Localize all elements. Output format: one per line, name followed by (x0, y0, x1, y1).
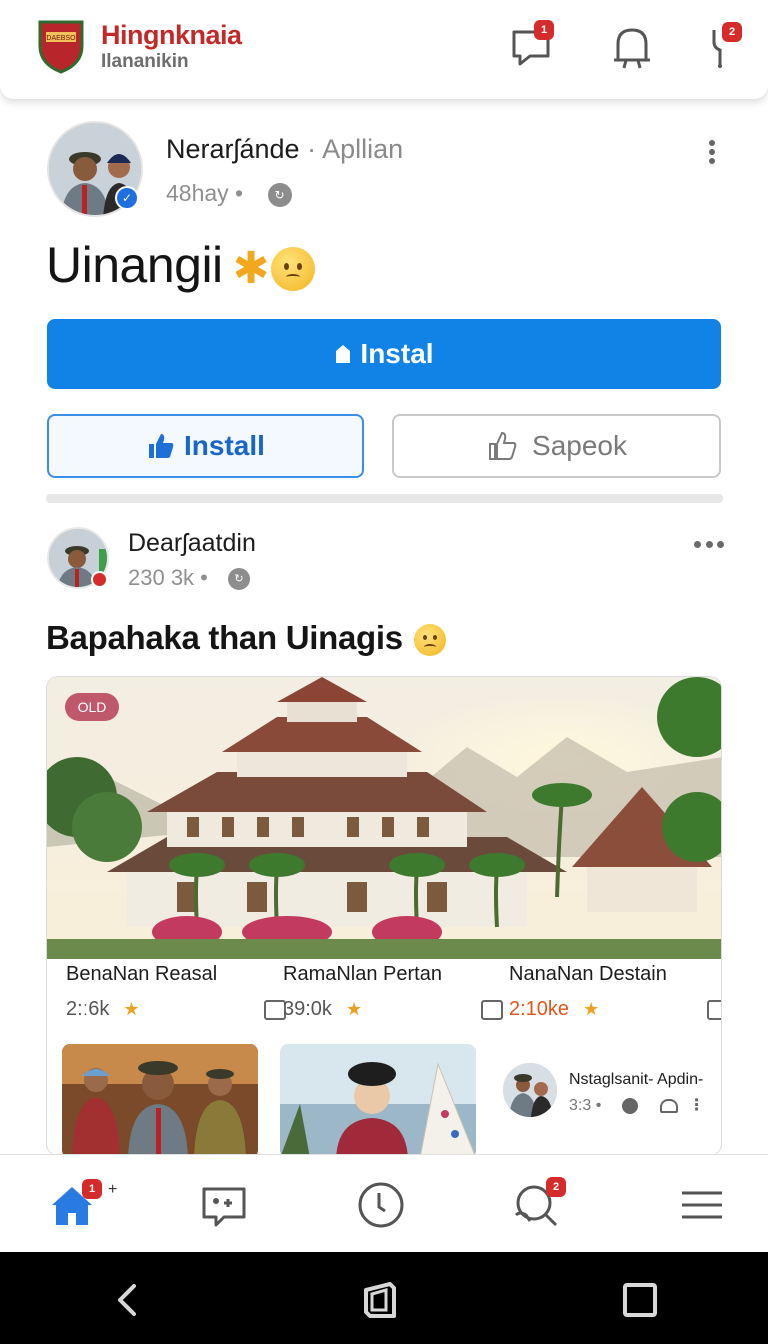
shield-logo-icon[interactable]: DAEBSO (38, 18, 84, 74)
person-photo-thumbnail[interactable] (280, 1044, 476, 1155)
home-system-icon (364, 1282, 396, 1318)
location-meta: 39:0k ★ (283, 998, 503, 1021)
recents-button[interactable] (620, 1280, 660, 1320)
share-button[interactable]: Sapeok (392, 414, 721, 478)
more-icon[interactable]: ⋮ (689, 1095, 705, 1115)
post-title: Uinangii ✱ (46, 236, 316, 294)
nav-history[interactable] (355, 1179, 407, 1231)
location-name: RamaNlan Pertan (283, 963, 442, 985)
system-navigation-bar (0, 1252, 768, 1344)
calendar-icon[interactable] (707, 999, 721, 1020)
post2-title: Bapahaka than Uinagis (46, 619, 446, 657)
temple-photo[interactable] (47, 677, 722, 959)
group-photo-thumbnail[interactable] (62, 1044, 258, 1155)
location-item[interactable]: BenaNan Reasal 2:ː6k ★ (66, 963, 286, 1033)
location-value: 2:10ke (509, 998, 570, 1020)
more-options-icon[interactable] (704, 140, 720, 168)
recents-icon (623, 1283, 657, 1317)
thumbs-up-icon (149, 434, 174, 458)
emoji-icon (413, 624, 446, 657)
suggested-user-meta: 3:3 • ⋮ (569, 1095, 705, 1115)
people-icon[interactable] (660, 1098, 679, 1113)
app-header: DAEBSO Hingnknaia Ilananikin 1 2 (0, 0, 768, 100)
clock-icon (358, 1182, 404, 1228)
nav-home[interactable]: 1 + (46, 1179, 117, 1231)
star-icon: ★ (123, 999, 140, 1019)
post2-author[interactable]: Dearʃaatdin (128, 529, 256, 558)
tag-icon (336, 345, 351, 363)
plus-icon: + (108, 1181, 118, 1198)
notifications-button[interactable] (608, 24, 656, 72)
person-photo (280, 1044, 476, 1155)
share-label: Sapeok (532, 430, 627, 461)
old-tag: OLD (65, 693, 119, 721)
post-author[interactable]: Nerarʃánde · Apllian (166, 134, 403, 165)
location-item[interactable]: RamaNlan Pertan 39:0k ★ (283, 963, 503, 1033)
location-value: 2:ː6k (66, 998, 110, 1020)
photo-icon (202, 1187, 246, 1227)
menu-icon (682, 1191, 722, 1219)
tools-button[interactable]: 2 (700, 22, 748, 72)
globe-icon: ↻ (267, 182, 292, 207)
install-primary-label: Instal (360, 338, 434, 369)
bell-icon (614, 28, 650, 69)
nav-menu[interactable] (676, 1179, 728, 1231)
post-time: 48hay • (166, 180, 244, 206)
chat-button[interactable]: 1 (508, 20, 556, 72)
bottom-navigation: 1 + 2 (0, 1154, 768, 1252)
globe-icon: ↻ (228, 568, 250, 591)
app-subtitle: Ilananikin (101, 51, 189, 72)
home-system-button[interactable] (360, 1280, 400, 1320)
install-primary-button[interactable]: Instal (47, 319, 721, 389)
suggested-user-meta-text: 3:3 • (569, 1097, 602, 1114)
chat-badge: 1 (534, 20, 554, 40)
post-author-name: Nerarʃánde (166, 134, 300, 164)
suggested-user-photo (503, 1063, 557, 1117)
nav-photos[interactable] (198, 1179, 250, 1231)
location-name: BenaNan Reasal (66, 963, 218, 985)
post-author-sub: · Apllian (307, 134, 404, 164)
post2-meta: 230 3k • ↻ (128, 565, 250, 591)
app-title: Hingnknaia (101, 20, 242, 50)
star-icon: ★ (583, 999, 600, 1019)
globe-icon (621, 1097, 638, 1114)
suggested-user-name: Nstaglsanit- Apdin- (569, 1071, 704, 1088)
thumbs-up-outline-icon (489, 431, 517, 460)
location-meta: 2:ː6k ★ (66, 998, 286, 1021)
back-button[interactable] (108, 1280, 148, 1320)
like-install-label: Install (184, 430, 265, 461)
post-meta: 48hay • ↻ (166, 180, 292, 207)
location-name: NanaNan Destain (509, 963, 667, 985)
star-icon: ★ (345, 999, 363, 1019)
group-photo (62, 1044, 258, 1155)
tools-badge: 2 (722, 22, 742, 42)
more-options-horizontal-icon[interactable] (694, 541, 724, 549)
search-badge: 2 (546, 1177, 566, 1197)
status-badge (91, 571, 108, 588)
emoji-icon (271, 246, 316, 291)
post2-meta-text: 230 3k • (128, 565, 208, 590)
post2-card[interactable]: OLD BenaNan Reasal 2:ː6k ★ RamaNlan Pert… (46, 676, 722, 1156)
suggested-user-avatar (503, 1063, 557, 1117)
post-divider (46, 494, 723, 503)
like-install-button[interactable]: Install (47, 414, 364, 478)
suggested-user[interactable]: Nstaglsanit- Apdin- 3:3 • ⋮ (503, 1063, 719, 1123)
location-meta: 2:10ke ★ (509, 998, 721, 1021)
sparkle-icon: ✱ (232, 244, 270, 294)
image-icon[interactable] (481, 999, 503, 1020)
verified-badge: ✓ (115, 186, 139, 210)
post2-title-text: Bapahaka than Uinagis (46, 619, 403, 656)
back-icon (118, 1284, 136, 1316)
location-item[interactable]: NanaNan Destain 2:10ke ★ (509, 963, 721, 1033)
post-title-text: Uinangii (46, 237, 223, 293)
home-badge: 1 (82, 1179, 102, 1199)
location-value: 39:0k (283, 998, 332, 1020)
nav-search[interactable]: 2 (510, 1177, 566, 1231)
svg-text:DAEBSO: DAEBSO (46, 35, 76, 42)
